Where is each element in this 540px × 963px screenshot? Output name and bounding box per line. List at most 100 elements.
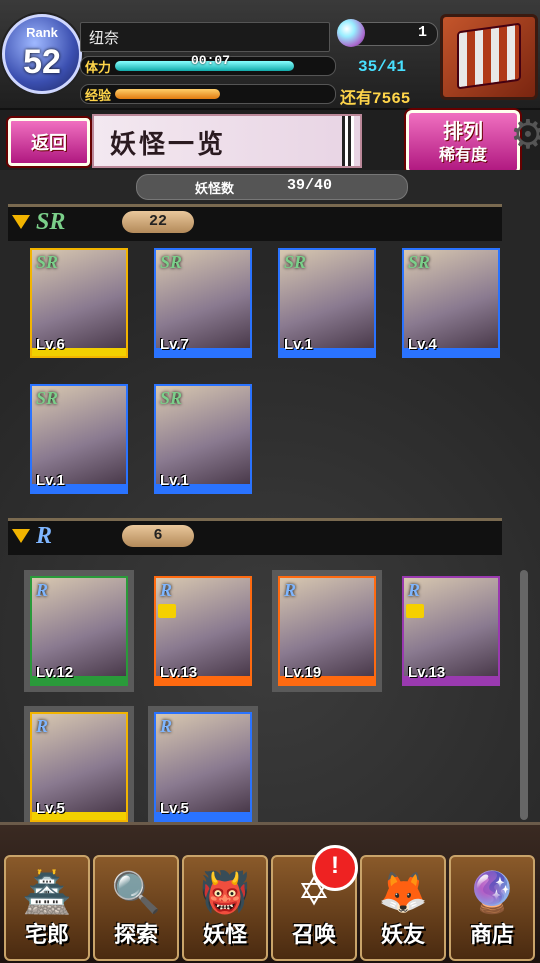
yokai-card[interactable]: SR Lv.6 — [30, 248, 128, 358]
yokai-card[interactable]: SR Lv.7 — [154, 248, 252, 358]
nav-item-4[interactable]: 🦊 妖友 — [360, 855, 446, 961]
stamina-label: 体力 — [85, 61, 112, 76]
rank-value: 52 — [23, 43, 61, 81]
bottom-nav: 🏯 宅郎 🔍 探索 👹 妖怪 ✡ 召唤 🦊 妖友 🔮 商店 ! — [0, 822, 540, 963]
card-rarity: R — [36, 716, 49, 736]
back-button[interactable]: 返回 — [8, 118, 90, 166]
player-name-box: 纽奈 — [80, 22, 330, 52]
yokai-card[interactable]: SR Lv.1 — [278, 248, 376, 358]
card-level: Lv.12 — [36, 664, 74, 681]
card-level: Lv.19 — [284, 664, 322, 681]
yokai-card[interactable]: R Lv.5 — [154, 712, 252, 822]
card-level: Lv.1 — [36, 472, 65, 489]
yokai-card[interactable]: R Lv.5 — [30, 712, 128, 822]
lock-icon — [158, 604, 176, 618]
nav-icon: 🦊 — [378, 870, 428, 916]
section-count-pill: 22 — [122, 211, 194, 233]
yokai-card[interactable]: SR Lv.1 — [154, 384, 252, 494]
nav-icon: 🔍 — [111, 870, 161, 916]
section-count: 6 — [153, 527, 163, 544]
card-rarity: R — [160, 580, 173, 600]
section-count-pill: 6 — [122, 525, 194, 547]
scrollbar[interactable] — [520, 570, 528, 820]
yokai-card[interactable]: SR Lv.4 — [402, 248, 500, 358]
yokai-count-bar: 妖怪数 39/40 — [136, 174, 408, 200]
section-rarity: SR — [36, 209, 66, 235]
card-rarity: SR — [160, 252, 183, 272]
nav-icon: 🏯 — [22, 870, 72, 916]
nav-label: 商店 — [469, 923, 514, 948]
section-count: 22 — [148, 213, 167, 230]
nav-label: 宅郎 — [24, 923, 69, 948]
exp-fill — [115, 89, 220, 99]
nav-item-1[interactable]: 🔍 探索 — [93, 855, 179, 961]
card-level: Lv.7 — [160, 336, 189, 353]
card-level: Lv.4 — [408, 336, 437, 353]
stamina-timer: 00:07 — [191, 53, 231, 68]
card-rarity: SR — [284, 252, 307, 272]
card-rarity: SR — [36, 388, 59, 408]
nav-item-2[interactable]: 👹 妖怪 — [182, 855, 268, 961]
card-level: Lv.6 — [36, 336, 65, 353]
card-level: Lv.13 — [160, 664, 198, 681]
yokai-card[interactable]: R Lv.12 — [30, 576, 128, 686]
sort-button[interactable]: 排列 稀有度 — [406, 110, 520, 174]
nav-item-0[interactable]: 🏯 宅郎 — [4, 855, 90, 961]
present-box-button[interactable] — [440, 14, 538, 100]
collapse-arrow-icon[interactable] — [12, 529, 30, 543]
sort-mode: 稀有度 — [438, 145, 487, 164]
section-header-r[interactable]: R 6 — [8, 518, 502, 555]
page-title: 妖怪一览 — [110, 130, 227, 160]
stamina-bar: 体力 00:07 — [80, 53, 336, 76]
title-stripe — [342, 116, 354, 166]
nav-item-5[interactable]: 🔮 商店 — [449, 855, 535, 961]
spirit-orb-icon — [337, 19, 365, 47]
card-level: Lv.1 — [284, 336, 313, 353]
exp-label: 经验 — [85, 89, 112, 104]
player-name: 纽奈 — [89, 29, 120, 47]
rank-badge: Rank 52 — [2, 14, 82, 94]
present-box-icon — [457, 22, 521, 90]
card-level: Lv.1 — [160, 472, 189, 489]
card-rarity: SR — [408, 252, 431, 272]
nav-icon: 👹 — [200, 870, 250, 916]
status-header: Rank 52 纽奈 1 体力 00:07 35/41 经验 还有7565 — [0, 0, 540, 110]
nav-label: 召唤 — [291, 923, 336, 948]
sort-label: 排列 — [443, 119, 483, 143]
back-label: 返回 — [31, 133, 67, 154]
exp-remaining: 还有7565 — [340, 90, 411, 108]
card-rarity: R — [160, 716, 173, 736]
exp-bar: 经验 — [80, 84, 336, 104]
card-rarity: SR — [36, 252, 59, 272]
section-rarity: R — [36, 523, 53, 549]
card-rarity: SR — [160, 388, 183, 408]
section-header-sr[interactable]: SR 22 — [8, 204, 502, 241]
card-level: Lv.13 — [408, 664, 446, 681]
card-rarity: R — [408, 580, 421, 600]
lock-icon — [406, 604, 424, 618]
yokai-card[interactable]: R Lv.13 — [154, 576, 252, 686]
nav-icon: 🔮 — [467, 870, 517, 916]
yokai-card[interactable]: R Lv.13 — [402, 576, 500, 686]
title-bar: 返回 妖怪一览 排列 稀有度 ⚙ — [0, 110, 540, 174]
yokai-list[interactable]: 妖怪数 39/40 SR 22 SR Lv.6 SR Lv.7 SR Lv.1 SR Lv.4… — [0, 170, 540, 822]
yokai-count-value: 39/40 — [287, 177, 333, 194]
yokai-card[interactable]: R Lv.19 — [278, 576, 376, 686]
orb-count: 1 — [417, 24, 427, 41]
nav-label: 妖友 — [380, 923, 425, 948]
nav-label: 探索 — [113, 923, 158, 948]
card-rarity: R — [284, 580, 297, 600]
yokai-count-label: 妖怪数 — [195, 182, 235, 197]
orb-counter[interactable]: 1 — [337, 19, 438, 47]
card-level: Lv.5 — [160, 800, 189, 817]
gear-icon: ⚙ — [510, 112, 540, 158]
nav-label: 妖怪 — [202, 923, 247, 948]
card-level: Lv.5 — [36, 800, 65, 817]
yokai-card[interactable]: SR Lv.1 — [30, 384, 128, 494]
card-rarity: R — [36, 580, 49, 600]
title-panel: 妖怪一览 — [92, 114, 362, 168]
collapse-arrow-icon[interactable] — [12, 215, 30, 229]
stamina-count: 35/41 — [358, 58, 407, 76]
summon-alert-badge: ! — [312, 845, 358, 891]
rank-label: Rank — [26, 25, 58, 40]
